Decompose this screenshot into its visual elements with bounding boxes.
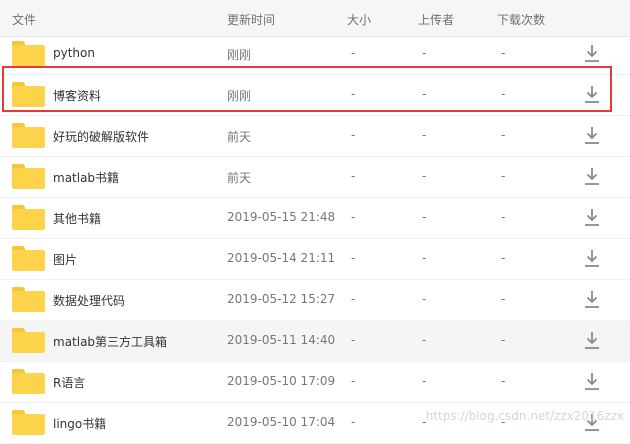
file-name[interactable]: matlab书籍 <box>53 169 119 186</box>
file-name[interactable]: python <box>53 46 95 60</box>
folder-icon <box>12 82 45 107</box>
file-downloads: - <box>501 292 506 306</box>
file-uploader: - <box>422 87 427 101</box>
file-name[interactable]: 图片 <box>53 251 77 268</box>
folder-icon <box>12 410 45 435</box>
file-uploader: - <box>422 169 427 183</box>
header-time[interactable]: 更新时间 <box>227 11 275 28</box>
file-downloads: - <box>501 374 506 388</box>
header-size[interactable]: 大小 <box>347 11 371 28</box>
file-size: - <box>351 169 356 183</box>
file-downloads: - <box>501 333 506 347</box>
file-time: 刚刚 <box>227 48 252 62</box>
file-list-header: 文件 更新时间 大小 上传者 下载次数 <box>0 0 630 37</box>
file-size: - <box>351 374 356 388</box>
file-downloads: - <box>501 251 506 265</box>
table-row[interactable]: 其他书籍 2019-05-15 21:48 - - - <box>0 198 630 239</box>
folder-icon <box>12 164 45 189</box>
file-time: 2019-05-11 14:40 <box>227 333 336 347</box>
file-downloads: - <box>501 46 506 60</box>
file-time: 2019-05-12 15:27 <box>227 292 336 306</box>
file-size: - <box>351 415 356 429</box>
header-uploader[interactable]: 上传者 <box>418 11 454 28</box>
file-size: - <box>351 46 356 60</box>
watermark: https://blog.csdn.net/zzx2016zzx <box>425 409 624 423</box>
table-row[interactable]: matlab第三方工具箱 2019-05-11 14:40 - - - <box>0 321 630 362</box>
file-size: - <box>351 87 356 101</box>
file-name[interactable]: lingo书籍 <box>53 415 106 432</box>
file-name[interactable]: matlab第三方工具箱 <box>53 333 167 350</box>
table-row[interactable]: 好玩的破解版软件 前天 - - - <box>0 116 630 157</box>
download-icon[interactable] <box>584 208 600 227</box>
download-icon[interactable] <box>584 290 600 309</box>
file-name[interactable]: 博客资料 <box>53 87 101 104</box>
file-size: - <box>351 251 356 265</box>
header-downloads[interactable]: 下载次数 <box>497 11 545 28</box>
folder-icon <box>12 41 45 66</box>
file-time: 2019-05-15 21:48 <box>227 210 336 224</box>
file-time: 刚刚 <box>227 89 252 103</box>
file-name[interactable]: 其他书籍 <box>53 210 101 227</box>
download-icon[interactable] <box>584 85 600 104</box>
folder-icon <box>12 328 45 353</box>
download-icon[interactable] <box>584 249 600 268</box>
file-size: - <box>351 333 356 347</box>
header-name[interactable]: 文件 <box>12 11 36 28</box>
table-row[interactable]: 数据处理代码 2019-05-12 15:27 - - - <box>0 280 630 321</box>
table-row[interactable]: matlab书籍 前天 - - - <box>0 157 630 198</box>
file-list: python 刚刚 - - - 博客资料 刚刚 - - - 好玩的破解版软件 前… <box>0 34 630 444</box>
file-uploader: - <box>422 374 427 388</box>
table-row[interactable]: R语言 2019-05-10 17:09 - - - <box>0 362 630 403</box>
download-icon[interactable] <box>584 167 600 186</box>
download-icon[interactable] <box>584 126 600 145</box>
file-time: 前天 <box>227 171 252 185</box>
file-time: 2019-05-14 21:11 <box>227 251 336 265</box>
folder-icon <box>12 369 45 394</box>
download-icon[interactable] <box>584 372 600 391</box>
folder-icon <box>12 123 45 148</box>
file-uploader: - <box>422 292 427 306</box>
file-size: - <box>351 292 356 306</box>
file-time: 前天 <box>227 130 252 144</box>
file-name[interactable]: 数据处理代码 <box>53 292 125 309</box>
file-uploader: - <box>422 128 427 142</box>
table-row[interactable]: 博客资料 刚刚 - - - <box>0 75 630 116</box>
table-row[interactable]: 图片 2019-05-14 21:11 - - - <box>0 239 630 280</box>
file-uploader: - <box>422 210 427 224</box>
file-uploader: - <box>422 46 427 60</box>
file-uploader: - <box>422 333 427 347</box>
folder-icon <box>12 287 45 312</box>
file-time: 2019-05-10 17:09 <box>227 374 336 388</box>
folder-icon <box>12 246 45 271</box>
file-time: 2019-05-10 17:04 <box>227 415 336 429</box>
file-uploader: - <box>422 251 427 265</box>
file-downloads: - <box>501 169 506 183</box>
file-name[interactable]: R语言 <box>53 374 85 391</box>
folder-icon <box>12 205 45 230</box>
file-downloads: - <box>501 128 506 142</box>
table-row[interactable]: python 刚刚 - - - <box>0 34 630 75</box>
file-name[interactable]: 好玩的破解版软件 <box>53 128 149 145</box>
file-downloads: - <box>501 210 506 224</box>
download-icon[interactable] <box>584 331 600 350</box>
file-size: - <box>351 210 356 224</box>
download-icon[interactable] <box>584 44 600 63</box>
file-size: - <box>351 128 356 142</box>
file-downloads: - <box>501 87 506 101</box>
